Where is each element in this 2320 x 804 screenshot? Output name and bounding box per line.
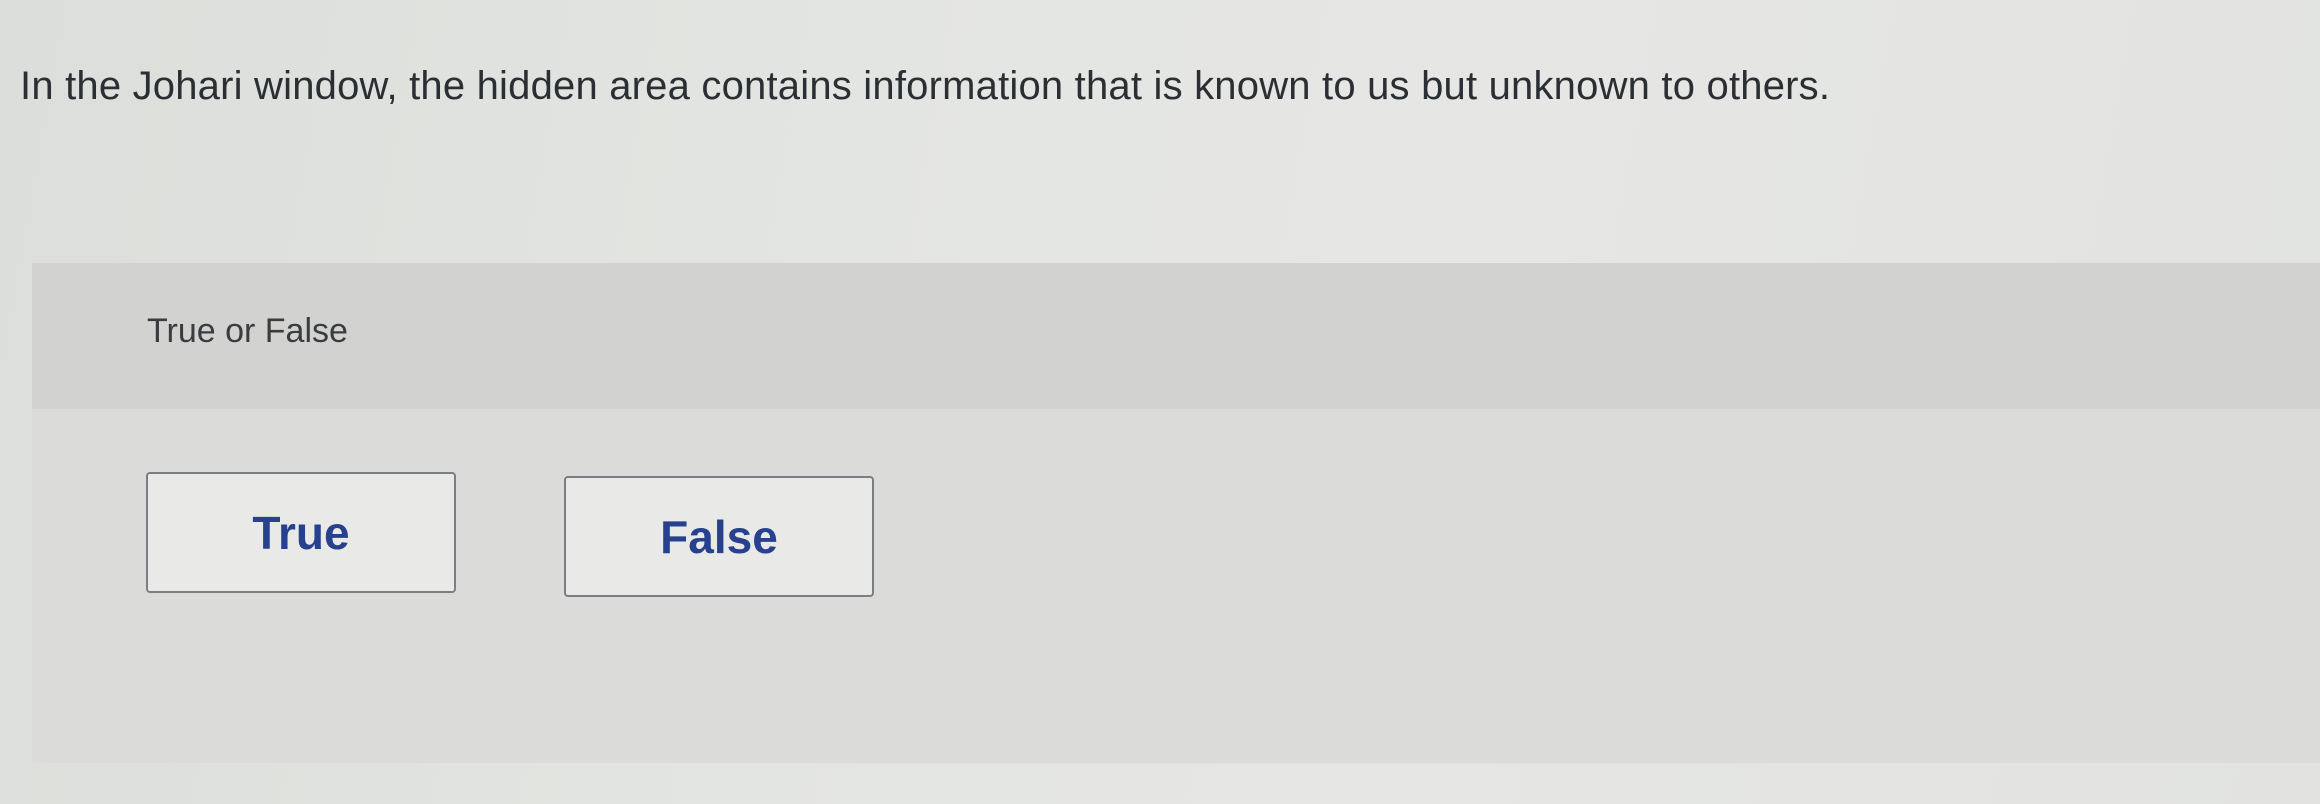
true-button[interactable]: True — [146, 472, 456, 593]
answer-panel: True or False True False — [32, 263, 2320, 763]
prompt-label: True or False — [147, 312, 348, 350]
prompt-bar: True or False — [32, 263, 2320, 409]
question-text: In the Johari window, the hidden area co… — [20, 64, 1831, 108]
false-button[interactable]: False — [564, 476, 874, 597]
